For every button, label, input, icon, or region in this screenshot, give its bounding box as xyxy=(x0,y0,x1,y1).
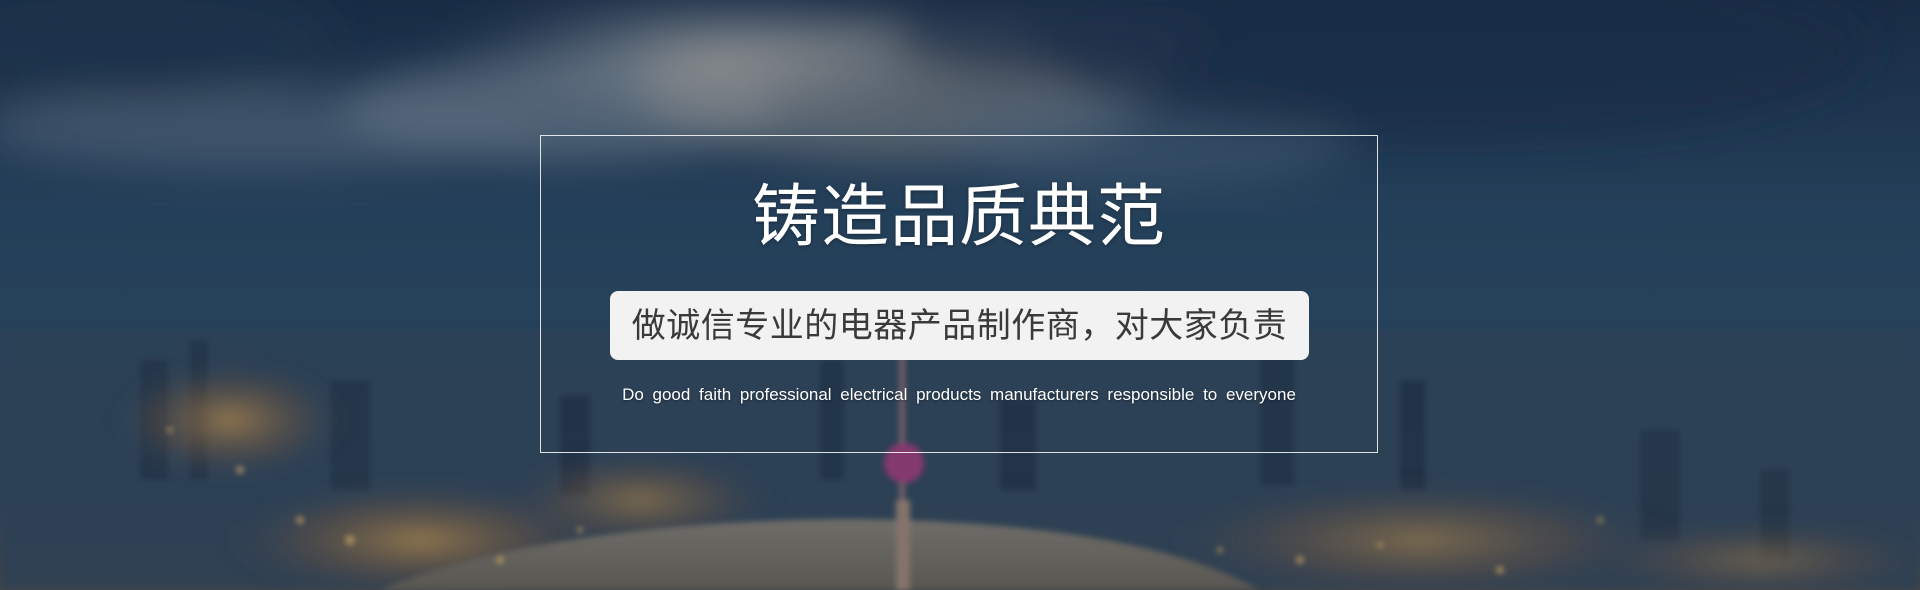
slogan-en: Do good faith professional electrical pr… xyxy=(622,385,1296,404)
slogan-cn: 做诚信专业的电器产品制作商，对大家负责 xyxy=(631,305,1288,346)
hero-banner: 铸造品质典范 做诚信专业的电器产品制作商，对大家负责 Do good faith… xyxy=(0,0,1920,590)
page-title: 铸造品质典范 xyxy=(751,178,1166,257)
slogan-pill: 做诚信专业的电器产品制作商，对大家负责 xyxy=(610,291,1309,360)
headline-frame: 铸造品质典范 做诚信专业的电器产品制作商，对大家负责 Do good faith… xyxy=(540,135,1378,453)
